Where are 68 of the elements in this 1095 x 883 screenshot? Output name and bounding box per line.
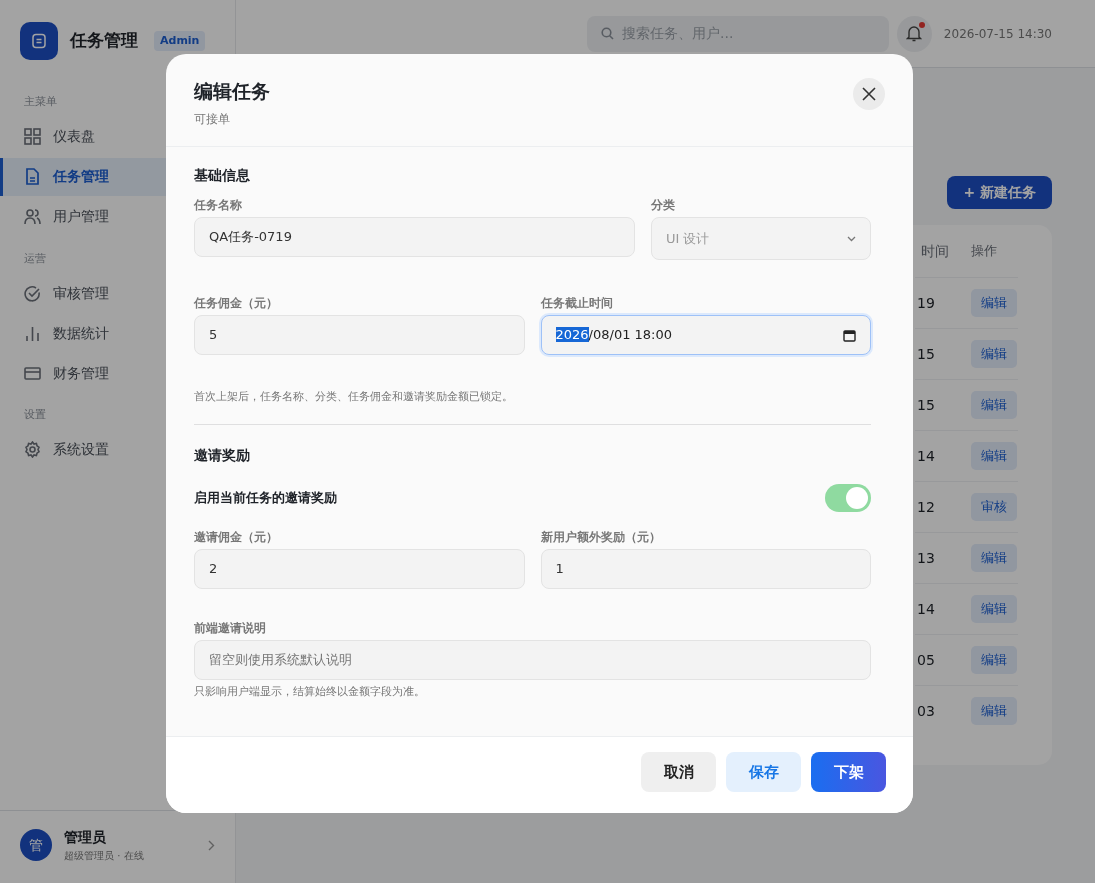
invite-reward-toggle[interactable] bbox=[825, 483, 871, 512]
table-cell-text: 13 bbox=[916, 548, 936, 568]
field-label: 任务佣金（元） bbox=[194, 295, 279, 312]
new-user-bonus-field[interactable]: 1 bbox=[540, 548, 871, 589]
document-icon bbox=[24, 168, 41, 185]
table-cell-text: 15 bbox=[916, 395, 936, 415]
field-label: 新用户额外奖励（元） bbox=[540, 528, 662, 546]
field-label: 分类 bbox=[651, 197, 676, 214]
field-label: 邀请佣金（元） bbox=[194, 528, 279, 546]
menu-group-label: 主菜单 bbox=[23, 94, 58, 110]
dialog-subtitle: 可接单 bbox=[194, 111, 231, 128]
gear-icon bbox=[24, 441, 41, 458]
section-heading: 邀请奖励 bbox=[194, 445, 251, 465]
table-cell-text: 05 bbox=[916, 650, 936, 670]
bell-icon bbox=[906, 25, 923, 42]
table-cell-text: 12 bbox=[916, 497, 936, 517]
check-circle-icon bbox=[24, 284, 41, 302]
menu-group-label: 运营 bbox=[23, 250, 47, 267]
close-icon bbox=[862, 87, 876, 101]
toggle-label: 启用当前任务的邀请奖励 bbox=[194, 488, 337, 507]
column-header: 操作 bbox=[971, 242, 998, 261]
menu-group-label: 设置 bbox=[23, 407, 47, 423]
row-action-button[interactable]: 审核 bbox=[971, 493, 1017, 521]
commission-field[interactable]: 5 bbox=[194, 315, 525, 355]
user-name: 管理员 bbox=[64, 828, 107, 847]
row-action-button[interactable]: 编辑 bbox=[971, 697, 1017, 725]
table-cell-text: 03 bbox=[916, 701, 936, 721]
datetime-text: 2026-07-15 14:30 bbox=[943, 25, 1052, 43]
table-cell-text: 15 bbox=[916, 344, 936, 364]
row-action-button[interactable]: 编辑 bbox=[971, 544, 1017, 572]
user-role: 超级管理员 · 在线 bbox=[64, 849, 145, 863]
dialog-title: 编辑任务 bbox=[194, 80, 270, 103]
invite-commission-field[interactable]: 2 bbox=[194, 548, 525, 589]
chevron-down-icon bbox=[847, 235, 856, 242]
new-task-button[interactable]: + 新建任务 bbox=[947, 176, 1052, 209]
close-button[interactable] bbox=[853, 78, 885, 110]
app-title: 任务管理 bbox=[70, 29, 138, 53]
invite-description-field[interactable]: 留空则使用系统默认说明 bbox=[194, 639, 871, 680]
help-text: 首次上架后，任务名称、分类、任务佣金和邀请奖励金额已锁定。 bbox=[194, 389, 514, 405]
table-cell-text: 19 bbox=[916, 293, 936, 313]
bar-chart-icon bbox=[24, 324, 41, 342]
table-cell-text: 14 bbox=[916, 599, 936, 619]
sidebar-item[interactable]: 财务管理 bbox=[0, 354, 235, 392]
row-action-button[interactable]: 编辑 bbox=[971, 595, 1017, 623]
calendar-icon[interactable] bbox=[843, 328, 856, 342]
cancel-button[interactable]: 取消 bbox=[641, 752, 716, 792]
field-label: 前端邀请说明 bbox=[194, 619, 267, 637]
column-header: 时间 bbox=[920, 241, 950, 261]
app-logo-icon bbox=[20, 22, 58, 60]
row-action-button[interactable]: 编辑 bbox=[971, 646, 1017, 674]
save-button[interactable]: 保存 bbox=[726, 752, 801, 792]
field-label: 任务截止时间 bbox=[540, 295, 614, 312]
field-label: 任务名称 bbox=[194, 197, 243, 214]
unpublish-button[interactable]: 下架 bbox=[811, 752, 886, 792]
user-avatar: 管 bbox=[20, 829, 52, 861]
users-icon bbox=[24, 208, 41, 225]
row-action-button[interactable]: 编辑 bbox=[971, 289, 1017, 317]
role-badge: Admin bbox=[154, 30, 206, 52]
help-text: 只影响用户端显示，结算始终以金额字段为准。 bbox=[194, 683, 426, 700]
notification-button[interactable] bbox=[896, 15, 932, 52]
table-cell-text: 14 bbox=[916, 446, 936, 466]
card-icon bbox=[24, 364, 41, 382]
row-action-button[interactable]: 编辑 bbox=[971, 442, 1017, 470]
task-name-field[interactable]: QA任务-0719 bbox=[194, 217, 635, 257]
row-action-button[interactable]: 编辑 bbox=[971, 391, 1017, 419]
grid-icon bbox=[24, 128, 41, 145]
search-icon bbox=[601, 27, 614, 40]
row-action-button[interactable]: 编辑 bbox=[971, 340, 1017, 368]
